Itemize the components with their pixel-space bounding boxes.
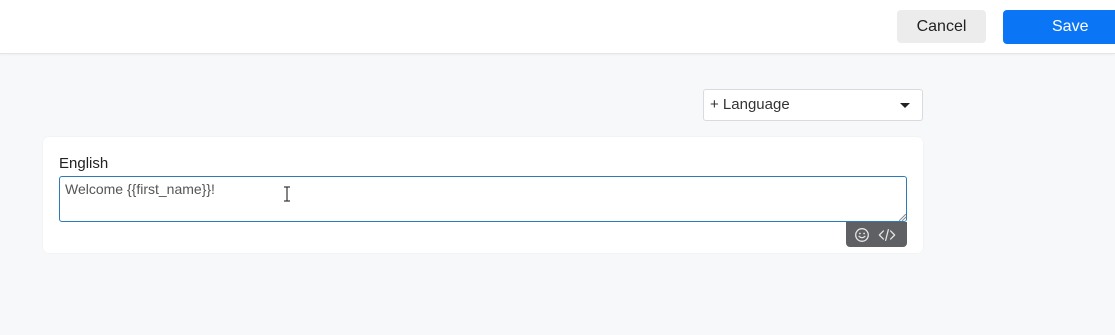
cancel-button[interactable]: Cancel: [897, 10, 986, 43]
add-language-label: + Language: [710, 96, 790, 113]
add-language-dropdown[interactable]: + Language: [703, 89, 923, 121]
text-cursor-icon: [284, 186, 290, 202]
resize-handle-icon[interactable]: [899, 214, 906, 221]
editor-toolbar: [846, 222, 907, 247]
code-brackets-icon[interactable]: [878, 226, 896, 244]
caret-down-icon: [900, 103, 910, 108]
language-label: English: [59, 155, 109, 172]
save-button[interactable]: Save: [1003, 10, 1115, 44]
top-bar: Cancel Save: [0, 0, 1115, 54]
smiley-icon[interactable]: [853, 226, 871, 244]
message-input[interactable]: [59, 176, 907, 222]
translation-card: English: [43, 137, 923, 253]
